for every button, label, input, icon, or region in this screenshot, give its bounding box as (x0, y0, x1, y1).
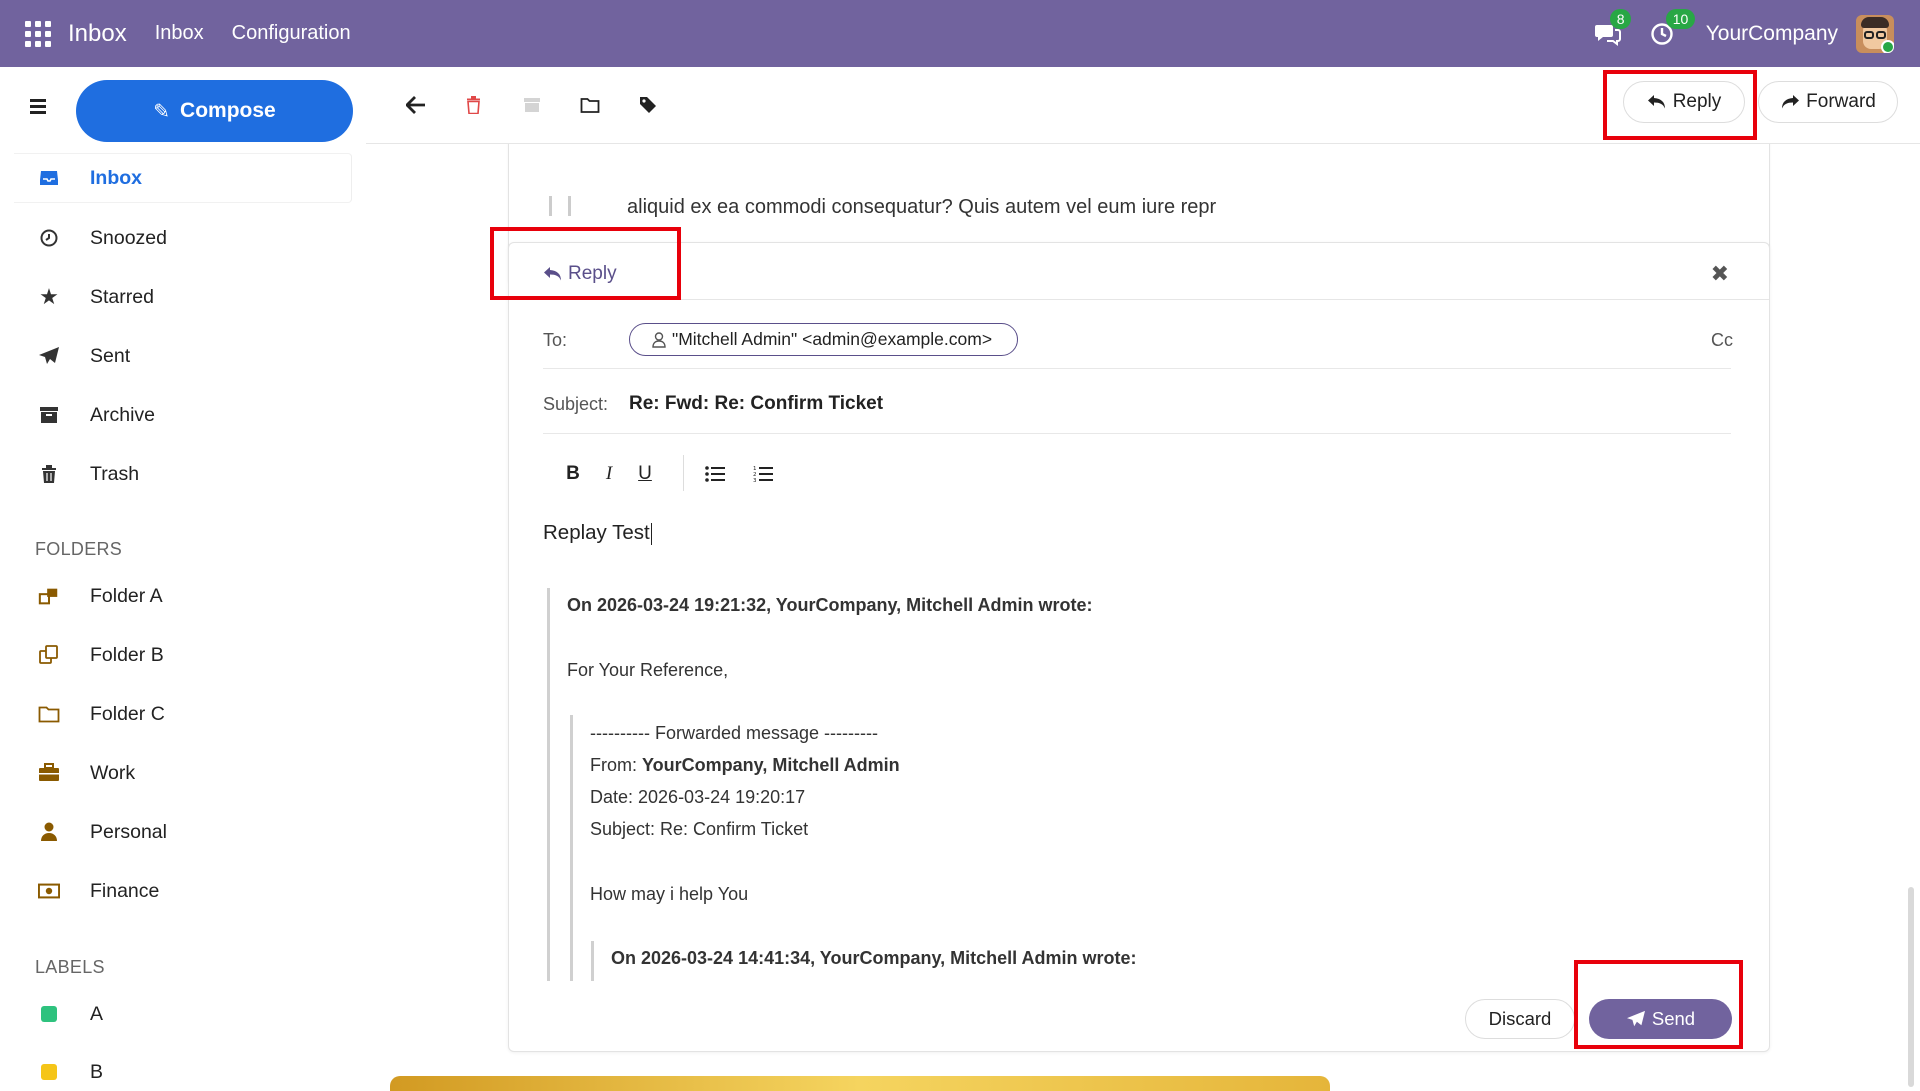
sidebar-item-folder-c[interactable]: Folder C (14, 689, 352, 739)
sidebar-item-inbox[interactable]: Inbox (14, 153, 352, 203)
scrollbar[interactable] (1908, 887, 1914, 1087)
sidebar-item-sent[interactable]: Sent (14, 331, 352, 381)
forward-header: ---------- Forwarded message --------- (590, 723, 878, 743)
forward-body-line: How may i help You (590, 884, 749, 904)
reply-icon (544, 267, 561, 281)
toolbar-forward-button[interactable]: Forward (1758, 81, 1898, 123)
previous-message-text: aliquid ex ea commodi consequatur? Quis … (627, 196, 1217, 218)
folder-copy-icon (38, 644, 60, 666)
archive-icon[interactable] (520, 93, 544, 117)
compose-label: Compose (180, 99, 276, 122)
compose-button[interactable]: ✎ Compose (76, 80, 353, 142)
reply-composer: Reply ✖ To: "Mitchell Admin" <admin@exam… (508, 242, 1770, 1052)
discard-button[interactable]: Discard (1465, 999, 1575, 1039)
money-icon (38, 882, 60, 900)
archive-icon (38, 406, 60, 424)
nested-quote-header: On 2026-03-24 14:41:34, YourCompany, Mit… (611, 948, 1137, 968)
folders-heading: FOLDERS (35, 539, 123, 559)
sidebar-item-snoozed[interactable]: Snoozed (14, 213, 352, 263)
activity-badge: 10 (1665, 8, 1696, 29)
reply-composer-header: Reply ✖ (509, 243, 1769, 300)
background-decoration (390, 1076, 1330, 1091)
quote-header: On 2026-03-24 19:21:32, YourCompany, Mit… (567, 595, 1093, 615)
trash-icon (38, 464, 60, 484)
back-arrow-icon[interactable] (404, 93, 428, 117)
inbox-icon (38, 169, 60, 187)
sidebar-item-trash[interactable]: Trash (14, 449, 352, 499)
forward-date: Date: 2026-03-24 19:20:17 (590, 787, 806, 807)
folder-network-icon (38, 585, 60, 607)
italic-button[interactable]: I (597, 462, 621, 486)
messaging-button[interactable]: 8 (1594, 8, 1632, 46)
top-navbar: Inbox Inbox Configuration 8 10 YourCompa… (0, 0, 1920, 67)
online-status-icon (1881, 39, 1894, 53)
tag-icon[interactable] (636, 93, 660, 117)
forward-icon (1782, 95, 1800, 109)
label-color-a (41, 1006, 57, 1022)
activity-button[interactable]: 10 (1650, 8, 1696, 46)
quote-bar (549, 196, 571, 216)
sidebar-label-a[interactable]: A (14, 989, 352, 1039)
sidebar-item-work[interactable]: Work (14, 748, 352, 798)
clock-icon (38, 228, 60, 248)
send-button[interactable]: Send (1589, 999, 1732, 1039)
nested-quote-level-3: On 2026-03-24 14:41:34, YourCompany, Mit… (591, 941, 1591, 981)
message-body-editor[interactable]: Replay Test (543, 521, 653, 545)
message-toolbar: Reply Forward (366, 67, 1920, 144)
main-content: Reply Forward aliquid ex ea commodi cons… (366, 67, 1920, 1091)
company-switcher[interactable]: YourCompany (1706, 22, 1838, 46)
nav-link-inbox[interactable]: Inbox (155, 22, 204, 45)
sidebar-label-b[interactable]: B (14, 1047, 352, 1091)
folder-icon (38, 705, 60, 723)
recipient-chip[interactable]: "Mitchell Admin" <admin@example.com> (629, 323, 1018, 356)
sidebar-item-archive[interactable]: Archive (14, 390, 352, 440)
divider (543, 433, 1731, 434)
nested-quote: ---------- Forwarded message --------- F… (570, 715, 1710, 981)
sidebar-item-folder-a[interactable]: Folder A (14, 571, 352, 621)
menu-toggle-icon[interactable] (30, 99, 46, 114)
numbered-list-icon[interactable]: 123 (751, 462, 775, 486)
toolbar-reply-button[interactable]: Reply (1623, 81, 1745, 123)
bold-button[interactable]: B (561, 462, 585, 486)
pencil-icon: ✎ (153, 100, 171, 123)
quote-line: For Your Reference, (567, 660, 729, 680)
move-to-folder-icon[interactable] (578, 93, 602, 117)
labels-heading: LABELS (35, 957, 105, 977)
reply-icon (1647, 95, 1665, 109)
reply-mode-toggle[interactable]: Reply (543, 263, 617, 285)
quoted-message: On 2026-03-24 19:21:32, YourCompany, Mit… (547, 588, 1727, 981)
underline-button[interactable]: U (633, 462, 657, 486)
nav-link-configuration[interactable]: Configuration (232, 22, 351, 45)
cc-toggle[interactable]: Cc (1711, 330, 1733, 351)
text-cursor (650, 522, 653, 545)
app-grid-icon[interactable] (25, 20, 51, 47)
subject-field[interactable]: Re: Fwd: Re: Confirm Ticket (629, 393, 883, 415)
bullet-list-icon[interactable] (703, 462, 727, 486)
delete-icon[interactable] (461, 93, 485, 117)
app-title[interactable]: Inbox (68, 20, 127, 48)
forward-from: From: YourCompany, Mitchell Admin (590, 755, 900, 775)
paper-plane-icon (1626, 1010, 1645, 1027)
sidebar-item-starred[interactable]: ★ Starred (14, 272, 352, 322)
star-icon: ★ (39, 284, 59, 309)
label-color-b (41, 1064, 57, 1080)
sidebar: ✎ Compose Inbox Snoozed ★ Starred Sent A… (0, 67, 366, 1091)
close-icon[interactable]: ✖ (1711, 261, 1729, 287)
to-label: To: (543, 330, 568, 350)
svg-text:3: 3 (753, 478, 757, 483)
paper-plane-icon (38, 346, 60, 366)
sidebar-item-finance[interactable]: Finance (14, 866, 352, 916)
divider (543, 368, 1731, 369)
sidebar-item-personal[interactable]: Personal (14, 807, 352, 857)
toolbar-divider (683, 455, 684, 491)
forward-subject: Subject: Re: Confirm Ticket (590, 819, 809, 839)
chat-badge: 8 (1609, 8, 1632, 29)
sidebar-item-folder-b[interactable]: Folder B (14, 630, 352, 680)
user-icon (38, 822, 60, 842)
briefcase-icon (38, 763, 60, 783)
user-icon (652, 331, 666, 348)
subject-label: Subject: (543, 394, 609, 414)
user-avatar[interactable] (1856, 14, 1894, 53)
